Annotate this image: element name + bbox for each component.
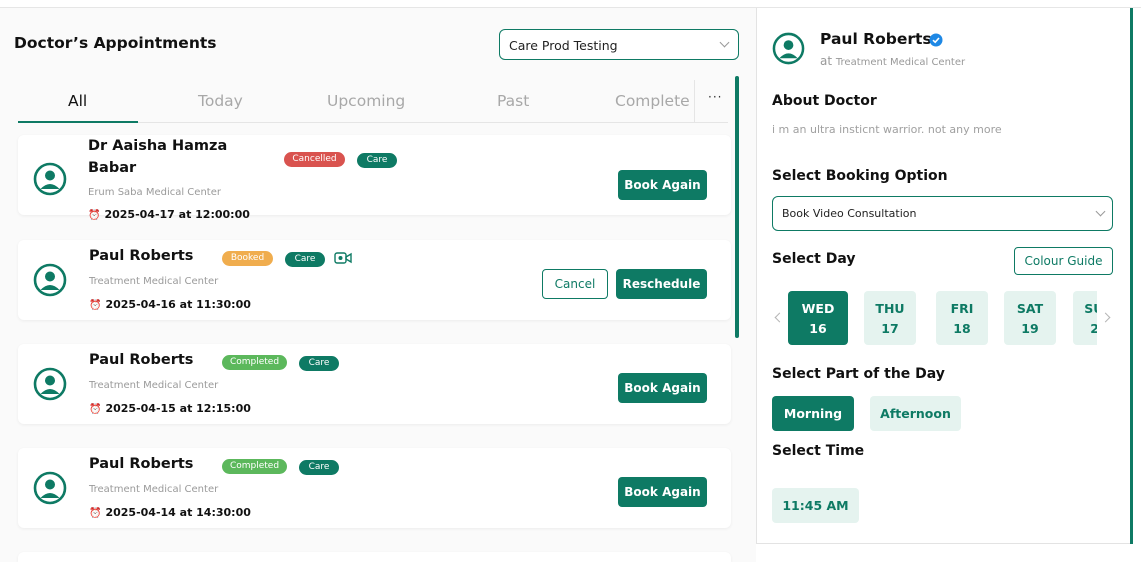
colour-guide-button[interactable]: Colour Guide [1014,247,1113,275]
user-avatar-icon [33,263,67,297]
clinic-name: Treatment Medical Center [89,484,219,495]
doctor-name-line: Dr Aaisha Hamza [88,138,228,154]
day-number: 16 [809,321,827,336]
day-of-week: SUN [1084,301,1097,316]
tab-all[interactable]: All [68,92,87,110]
doctor-profile-clinic: at Treatment Medical Center [820,54,965,68]
appointment-card [18,552,731,562]
day-option[interactable]: SAT 19 [1004,291,1056,345]
time-slot[interactable]: 11:45 AM [772,488,859,523]
tab-complete[interactable]: Complete [615,92,690,110]
user-avatar-icon [772,32,805,65]
status-badge: Completed [222,459,287,474]
care-tag: Care [299,460,339,475]
doctor-name: Paul Roberts [89,248,194,264]
book-again-button[interactable]: Book Again [618,170,707,200]
care-tag: Care [285,252,325,267]
chevron-down-icon [1095,206,1106,217]
alarm-clock-icon: ⏰ [89,404,102,415]
appointment-time: ⏰ 2025-04-15 at 12:15:00 [89,402,251,415]
morning-option[interactable]: Morning [772,396,854,431]
day-option[interactable]: SUN 20 [1073,291,1097,345]
appointment-time-text: 2025-04-14 at 14:30:00 [105,506,251,519]
user-avatar-icon [33,471,67,505]
status-badge: Cancelled [284,152,345,167]
booking-option-select[interactable]: Book Video Consultation [772,196,1113,231]
about-heading: About Doctor [772,93,877,109]
doctor-name: Dr Aaisha Hamza Babar [88,135,227,179]
part-of-day-heading: Select Part of the Day [772,366,945,382]
appointment-time-text: 2025-04-17 at 12:00:00 [104,208,250,221]
alarm-clock-icon: ⏰ [89,508,102,519]
appointment-card: Paul Roberts Booked Care Treatment Medic… [18,240,731,320]
appointment-card: Paul Roberts Completed Care Treatment Me… [18,344,731,424]
alarm-clock-icon: ⏰ [88,210,101,221]
doctor-name: Paul Roberts [89,456,194,472]
org-select[interactable]: Care Prod Testing [499,29,739,60]
tabs-more-button[interactable]: ··· [694,80,728,122]
more-dots-icon: ··· [708,90,723,104]
video-call-icon [334,252,352,264]
day-of-week: WED [801,301,835,316]
appointment-card: Dr Aaisha Hamza Babar Cancelled Care Eru… [18,135,731,221]
booking-pane-scrollbar[interactable] [1130,8,1133,544]
booking-pane [756,8,1130,544]
day-option[interactable]: THU 17 [864,291,916,345]
doctor-name-line: Babar [88,160,137,176]
user-avatar-icon [33,162,67,196]
care-tag: Care [357,153,397,168]
clinic-name: Erum Saba Medical Center [88,187,221,198]
doctor-profile-name: Paul Roberts [820,30,932,48]
care-tag: Care [299,356,339,371]
day-number: 20 [1090,321,1097,336]
clinic-name: Treatment Medical Center [89,380,219,391]
select-day-heading: Select Day [772,251,856,267]
status-badge: Booked [222,251,273,266]
day-of-week: FRI [950,301,974,316]
appointment-time: ⏰ 2025-04-14 at 14:30:00 [89,506,251,519]
active-tab-indicator [18,121,138,123]
day-picker: WED 16 THU 17 FRI 18 SAT 19 SUN 20 [788,291,1097,345]
cancel-button[interactable]: Cancel [542,269,608,299]
list-scrollbar[interactable] [735,76,739,338]
booking-option-value: Book Video Consultation [782,207,917,220]
booking-option-heading: Select Booking Option [772,168,948,184]
user-avatar-icon [33,367,67,401]
org-select-value: Care Prod Testing [509,38,618,53]
day-option[interactable]: WED 16 [788,291,848,345]
day-of-week: SAT [1016,301,1044,316]
select-time-heading: Select Time [772,443,865,459]
appointment-card: Paul Roberts Completed Care Treatment Me… [18,448,731,528]
appointment-tabs: All Today Upcoming Past Complete [18,80,728,123]
at-prefix: at [820,54,833,68]
appointment-time: ⏰ 2025-04-16 at 11:30:00 [89,298,251,311]
day-number: 19 [1021,321,1039,336]
status-badge: Completed [222,355,287,370]
afternoon-option[interactable]: Afternoon [870,396,961,431]
tab-past[interactable]: Past [497,92,529,110]
doctor-profile-clinic-name: Treatment Medical Center [835,57,966,68]
alarm-clock-icon: ⏰ [89,300,102,311]
doctor-name: Paul Roberts [89,352,194,368]
book-again-button[interactable]: Book Again [618,477,707,507]
appointment-time-text: 2025-04-15 at 12:15:00 [105,402,251,415]
tab-today[interactable]: Today [198,92,243,110]
appointment-time: ⏰ 2025-04-17 at 12:00:00 [88,208,250,221]
day-option[interactable]: FRI 18 [936,291,988,345]
tab-upcoming[interactable]: Upcoming [327,92,405,110]
clinic-name: Treatment Medical Center [89,276,219,287]
day-number: 18 [953,321,971,336]
about-text: i m an ultra insticnt warrior. not any m… [772,123,1002,136]
chevron-down-icon [719,37,730,48]
day-number: 17 [881,321,899,336]
appointment-time-text: 2025-04-16 at 11:30:00 [105,298,251,311]
page-title: Doctor’s Appointments [14,34,217,52]
day-of-week: THU [875,301,905,316]
reschedule-button[interactable]: Reschedule [616,269,707,299]
verified-badge-icon [929,33,943,47]
book-again-button[interactable]: Book Again [618,373,707,403]
